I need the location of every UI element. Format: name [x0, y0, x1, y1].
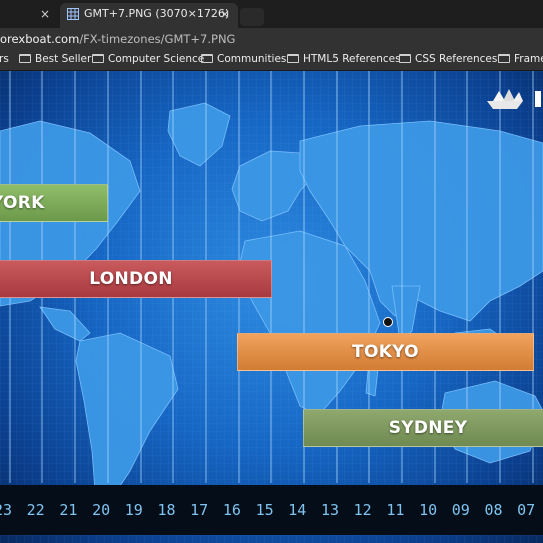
- url-text[interactable]: orexboat.com/FX-timezones/GMT+7.PNG: [0, 32, 235, 46]
- session-label: LONDON: [89, 269, 173, 289]
- new-york-session-bar: YORK: [0, 184, 108, 222]
- close-icon[interactable]: ×: [40, 7, 50, 21]
- bookmarks-bar: rs Best Seller Computer Science Communit…: [0, 50, 543, 71]
- hour-label: 17: [190, 501, 209, 519]
- tab-previous[interactable]: ×: [0, 3, 60, 28]
- bookmark-folder[interactable]: HTML5 References: [287, 53, 401, 67]
- session-label: TOKYO: [352, 342, 419, 362]
- bookmark-label: CSS References: [415, 53, 498, 65]
- bookmark-folder[interactable]: Computer Science: [92, 53, 204, 67]
- folder-icon: [399, 54, 411, 63]
- hour-label: 11: [386, 501, 405, 519]
- bookmark-folder[interactable]: Framew: [498, 53, 543, 67]
- close-icon[interactable]: ×: [220, 7, 230, 21]
- hour-label: 19: [124, 501, 143, 519]
- image-file-icon: [67, 8, 79, 20]
- hour-label: 07: [517, 501, 536, 519]
- hour-label: 12: [353, 501, 372, 519]
- hour-label: 13: [320, 501, 340, 519]
- hour-label: 16: [222, 501, 241, 519]
- hour-label: 18: [157, 501, 176, 519]
- tokyo-session-bar: TOKYO: [237, 333, 534, 371]
- session-label: YORK: [0, 193, 45, 213]
- hour-label: 15: [255, 501, 274, 519]
- bookmark-label: Computer Science: [108, 53, 205, 65]
- bookmark-label: HTML5 References: [303, 53, 401, 65]
- hour-label: 10: [419, 501, 438, 519]
- folder-icon: [498, 54, 510, 63]
- address-bar[interactable]: orexboat.com/FX-timezones/GMT+7.PNG: [0, 28, 543, 50]
- bookmark-folder[interactable]: CSS References: [399, 53, 497, 67]
- folder-icon: [287, 54, 299, 63]
- hour-label: 22: [26, 501, 45, 519]
- bookmark-label: Framew: [514, 53, 543, 65]
- url-host: orexboat.com: [0, 32, 80, 46]
- bookmark-item[interactable]: rs: [0, 53, 9, 67]
- url-path: /FX-timezones/GMT+7.PNG: [79, 32, 236, 46]
- folder-icon: [92, 54, 104, 63]
- hour-label: 14: [288, 501, 307, 519]
- hour-label: 20: [92, 501, 111, 519]
- image-viewport[interactable]: YORK LONDON TOKYO SYDNEY 23 22 21 20 19 18 17 1…: [0, 71, 543, 543]
- bookmark-label: Best Seller: [35, 53, 92, 65]
- hour-scale: 23222120191817161514131211100908070: [0, 485, 543, 535]
- location-pin-icon: [383, 317, 393, 327]
- hour-label: 23: [0, 501, 13, 519]
- hour-label: 08: [484, 501, 503, 519]
- folder-icon: [19, 54, 31, 63]
- folder-icon: [201, 54, 213, 63]
- boat-logo-icon: [487, 89, 541, 109]
- tab-title: GMT+7.PNG (3070×1726): [84, 7, 230, 20]
- world-map: [0, 71, 543, 543]
- tab-image[interactable]: GMT+7.PNG (3070×1726) ×: [60, 3, 238, 28]
- hour-label: 21: [59, 501, 78, 519]
- tab-strip: × GMT+7.PNG (3070×1726) ×: [0, 0, 543, 28]
- bookmark-folder[interactable]: Communities: [201, 53, 286, 67]
- bookmark-label: rs: [0, 53, 9, 65]
- sydney-session-bar: SYDNEY: [303, 409, 543, 447]
- hour-label: 09: [451, 501, 470, 519]
- bookmark-label: Communities: [217, 53, 287, 65]
- session-label: SYDNEY: [388, 418, 468, 438]
- bookmark-folder[interactable]: Best Seller: [19, 53, 91, 67]
- new-tab-button[interactable]: [240, 8, 264, 26]
- london-session-bar: LONDON: [0, 260, 272, 298]
